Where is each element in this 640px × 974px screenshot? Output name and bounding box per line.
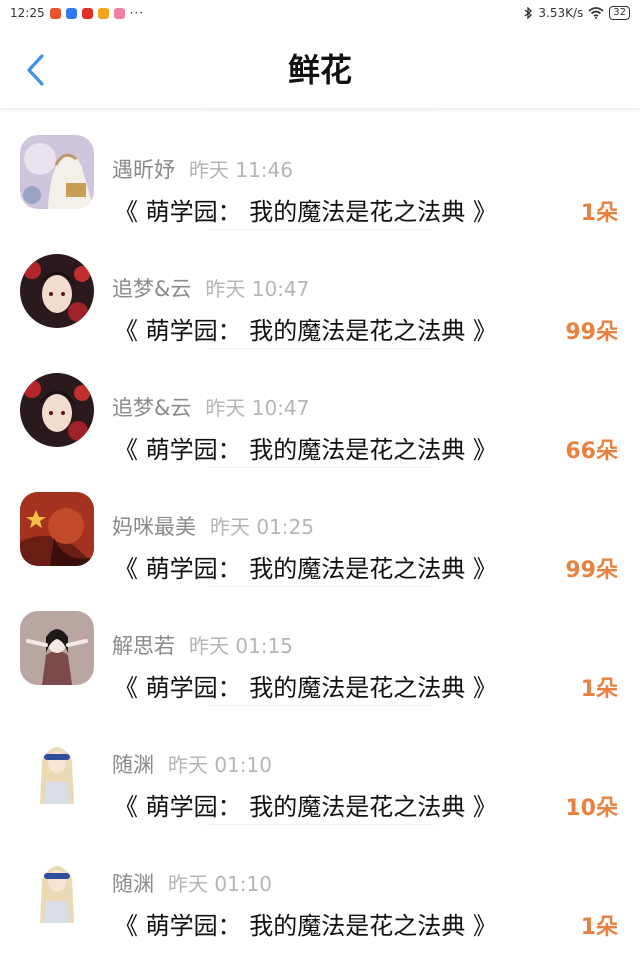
status-left: 12:25 ···	[10, 6, 144, 20]
sender-name-row: 遇昕妤 昨天 11:46	[112, 157, 293, 183]
send-time: 昨天 01:10	[168, 753, 272, 777]
avatar[interactable]	[20, 373, 94, 447]
clock: 12:25	[10, 6, 45, 20]
sender-name: 追梦&云	[112, 277, 192, 301]
network-speed: 3.53K/s	[538, 6, 584, 20]
avatar[interactable]	[20, 730, 94, 804]
send-time: 昨天 01:15	[189, 634, 293, 658]
flower-gift-list: 遇昕妤 昨天 11:46 《 萌学园： 我的魔法是花之法典 》 1朵 追梦&云 昨天…	[0, 110, 640, 943]
wifi-icon	[588, 7, 604, 19]
flower-quantity: 66朵	[565, 439, 618, 464]
avatar-image	[20, 373, 94, 447]
sender-name: 追梦&云	[112, 396, 192, 420]
sender-name-row: 随渊 昨天 01:10	[112, 752, 272, 778]
list-item[interactable]: 随渊 昨天 01:10 《 萌学园： 我的魔法是花之法典 》 1朵	[0, 825, 640, 943]
flower-quantity: 99朵	[565, 558, 618, 583]
flower-quantity: 1朵	[580, 201, 618, 226]
sender-name-row: 解思若 昨天 01:15	[112, 633, 293, 659]
list-item[interactable]: 妈咪最美 昨天 01:25 《 萌学园： 我的魔法是花之法典 》 99朵	[0, 468, 640, 586]
avatar[interactable]	[20, 254, 94, 328]
message-app-icon	[65, 7, 77, 19]
flower-quantity: 99朵	[565, 320, 618, 345]
weibo-alt-icon	[97, 7, 109, 19]
send-time: 昨天 10:47	[205, 277, 310, 301]
send-time: 昨天 11:46	[189, 158, 293, 182]
sender-name: 随渊	[112, 753, 154, 777]
list-item[interactable]: 解思若 昨天 01:15 《 萌学园： 我的魔法是花之法典 》 1朵	[0, 587, 640, 705]
book-title: 《 萌学园： 我的魔法是花之法典 》	[114, 793, 497, 821]
book-title: 《 萌学园： 我的魔法是花之法典 》	[114, 198, 497, 226]
avatar[interactable]	[20, 492, 94, 566]
avatar-image	[20, 254, 94, 328]
flower-quantity: 1朵	[580, 915, 618, 940]
page-title: 鲜花	[287, 51, 352, 89]
battery-indicator: 32	[609, 6, 630, 20]
send-time: 昨天 01:25	[210, 515, 314, 539]
status-bar: 12:25 ··· 3.53K/s 32	[0, 0, 640, 26]
list-item[interactable]: 遇昕妤 昨天 11:46 《 萌学园： 我的魔法是花之法典 》 1朵	[0, 111, 640, 229]
book-title: 《 萌学园： 我的魔法是花之法典 》	[114, 555, 497, 583]
avatar-image	[20, 492, 94, 566]
pink-app-icon	[113, 7, 125, 19]
sender-name: 妈咪最美	[112, 515, 196, 539]
avatar-image	[20, 849, 94, 923]
sender-name: 遇昕妤	[112, 158, 175, 182]
list-item[interactable]: 追梦&云 昨天 10:47 《 萌学园： 我的魔法是花之法典 》 99朵	[0, 230, 640, 348]
book-title: 《 萌学园： 我的魔法是花之法典 》	[114, 436, 497, 464]
flower-quantity: 10朵	[565, 796, 618, 821]
status-right: 3.53K/s 32	[523, 6, 630, 20]
sender-name-row: 追梦&云 昨天 10:47	[112, 395, 309, 421]
sender-name-row: 妈咪最美 昨天 01:25	[112, 514, 314, 540]
book-title: 《 萌学园： 我的魔法是花之法典 》	[114, 674, 497, 702]
send-time: 昨天 01:10	[168, 872, 272, 896]
send-time: 昨天 10:47	[205, 396, 310, 420]
sender-name-row: 追梦&云 昨天 10:47	[112, 276, 309, 302]
avatar[interactable]	[20, 849, 94, 923]
news-app-icon	[81, 7, 93, 19]
weibo-icon	[49, 7, 61, 19]
avatar-image	[20, 135, 94, 209]
list-item[interactable]: 随渊 昨天 01:10 《 萌学园： 我的魔法是花之法典 》 10朵	[0, 706, 640, 824]
sender-name-row: 随渊 昨天 01:10	[112, 871, 272, 897]
avatar-image	[20, 611, 94, 685]
book-title: 《 萌学园： 我的魔法是花之法典 》	[114, 317, 497, 345]
more-notifications-icon: ···	[129, 6, 145, 20]
sender-name: 解思若	[112, 634, 175, 658]
sender-name: 随渊	[112, 872, 154, 896]
avatar[interactable]	[20, 611, 94, 685]
nav-bar: 鲜花	[0, 30, 640, 109]
flower-quantity: 1朵	[580, 677, 618, 702]
avatar-image	[20, 730, 94, 804]
bluetooth-icon	[524, 7, 533, 19]
list-item[interactable]: 追梦&云 昨天 10:47 《 萌学园： 我的魔法是花之法典 》 66朵	[0, 349, 640, 467]
avatar[interactable]	[20, 135, 94, 209]
book-title: 《 萌学园： 我的魔法是花之法典 》	[114, 912, 497, 940]
